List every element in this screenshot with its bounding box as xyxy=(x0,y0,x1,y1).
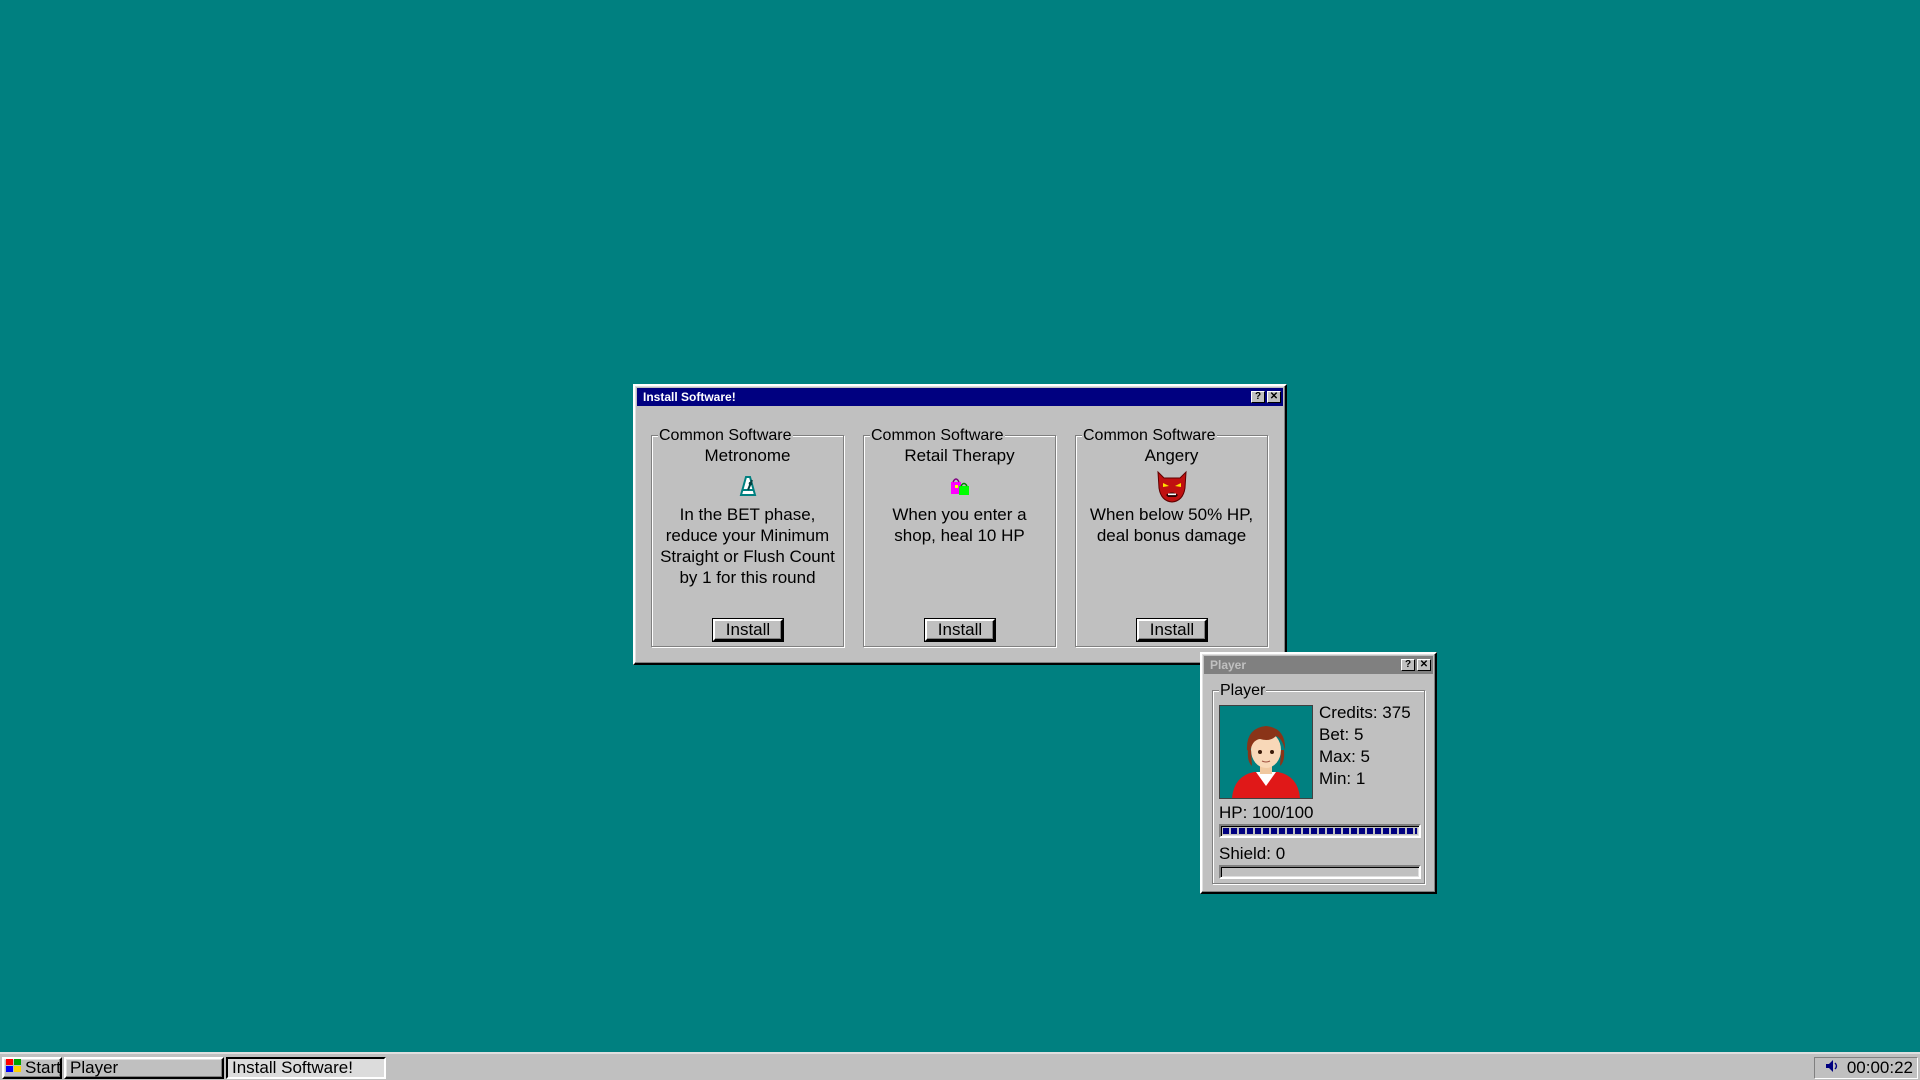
software-card-metronome: Common Software Metronome In the BET pha… xyxy=(651,427,844,647)
help-button[interactable]: ? xyxy=(1251,391,1265,403)
close-button[interactable]: ✕ xyxy=(1267,391,1281,403)
shopping-bag-icon xyxy=(948,474,972,503)
player-titlebar[interactable]: Player ? ✕ xyxy=(1204,656,1433,674)
credits-value: Credits: 375 xyxy=(1319,703,1411,722)
taskbar-item-label: Player xyxy=(70,1058,119,1077)
card-description: When below 50% HP, deal bonus damage xyxy=(1089,505,1254,545)
clock: 00:00:22 xyxy=(1846,1058,1913,1077)
player-portrait xyxy=(1219,705,1313,799)
window-title: Install Software! xyxy=(643,390,736,404)
card-category: Common Software xyxy=(1082,427,1217,445)
taskbar-item-player[interactable]: Player xyxy=(64,1057,224,1079)
shield-label: Shield: 0 xyxy=(1219,844,1286,863)
card-description: When you enter a shop, heal 10 HP xyxy=(892,505,1027,545)
close-button[interactable]: ✕ xyxy=(1417,659,1431,671)
help-button[interactable]: ? xyxy=(1401,659,1415,671)
hp-bar xyxy=(1219,824,1421,838)
min-value: Min: 1 xyxy=(1319,769,1366,788)
start-label: Start xyxy=(25,1058,61,1077)
install-button-retail-therapy[interactable]: Install xyxy=(924,618,996,642)
taskbar-item-label: Install Software! xyxy=(232,1058,353,1077)
card-category: Common Software xyxy=(870,427,1005,445)
taskbar: Start Player Install Software! 00:00:22 xyxy=(0,1052,1920,1080)
player-group-label: Player xyxy=(1219,682,1267,700)
software-card-angery: Common Software Angery When below 50% HP… xyxy=(1075,427,1268,647)
hp-bar-fill xyxy=(1223,828,1417,834)
card-name: Metronome xyxy=(704,446,791,465)
hp-label: HP: 100/100 xyxy=(1219,803,1314,822)
card-name: Retail Therapy xyxy=(904,446,1015,465)
install-software-window: Install Software! ? ✕ Common Software Me… xyxy=(633,384,1287,665)
shield-bar xyxy=(1219,865,1421,879)
bet-value: Bet: 5 xyxy=(1319,725,1364,744)
software-card-retail-therapy: Common Software Retail Therapy When you … xyxy=(863,427,1056,647)
install-button-angery[interactable]: Install xyxy=(1136,618,1208,642)
player-window: Player ? ✕ Player Credits: 375 Bet: 5 Ma… xyxy=(1200,652,1437,894)
system-tray: 00:00:22 xyxy=(1814,1057,1918,1079)
taskbar-item-install-software[interactable]: Install Software! xyxy=(226,1057,386,1079)
player-group: Player Credits: 375 Bet: 5 Max: 5 Min: 1… xyxy=(1212,682,1425,884)
install-button-metronome[interactable]: Install xyxy=(712,618,784,642)
card-name: Angery xyxy=(1144,446,1199,465)
card-category: Common Software xyxy=(658,427,793,445)
start-button[interactable]: Start xyxy=(2,1057,62,1079)
install-software-titlebar[interactable]: Install Software! ? ✕ xyxy=(637,388,1283,406)
window-title: Player xyxy=(1210,658,1247,672)
max-value: Max: 5 xyxy=(1319,747,1371,766)
metronome-icon xyxy=(736,474,760,503)
volume-icon[interactable] xyxy=(1825,1058,1841,1078)
start-logo-icon xyxy=(6,1059,22,1077)
card-description: In the BET phase, reduce your Minimum St… xyxy=(660,505,835,587)
